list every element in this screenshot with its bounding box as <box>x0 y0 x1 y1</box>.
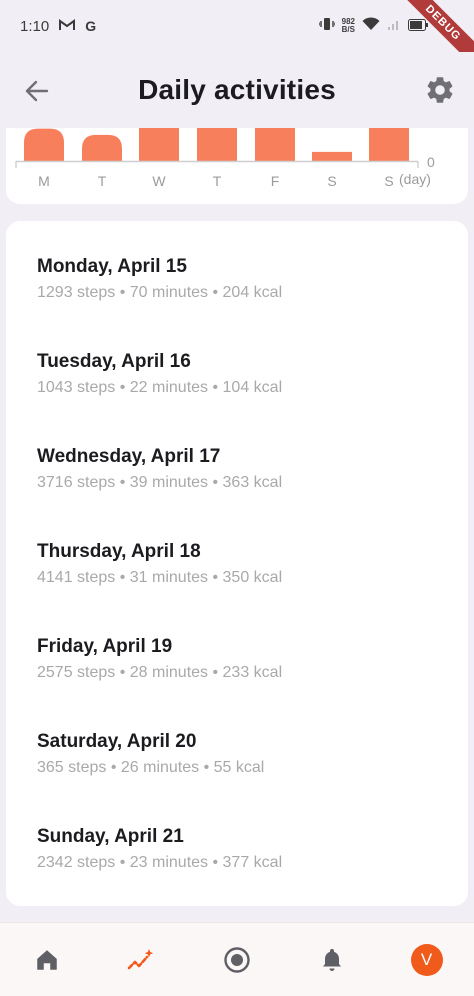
chart-tick-label-0: M <box>38 173 50 189</box>
chart-bar-2 <box>139 128 179 161</box>
day-summary: 2342 steps • 23 minutes • 377 kcal <box>37 854 283 871</box>
chart-bar-4 <box>255 128 295 161</box>
home-icon <box>37 949 58 970</box>
google-icon: G <box>85 18 97 34</box>
wifi-icon <box>362 17 380 35</box>
signal-icon <box>387 17 401 35</box>
chart-tick-label-4: F <box>271 173 280 189</box>
day-summary: 1293 steps • 70 minutes • 204 kcal <box>37 284 283 301</box>
chart-bar-1 <box>82 134 122 161</box>
record-icon <box>224 946 250 973</box>
day-summary: 3716 steps • 39 minutes • 363 kcal <box>37 474 283 491</box>
net-speed: 982 B/S <box>342 18 355 34</box>
day-summary: 4141 steps • 31 minutes • 350 kcal <box>37 569 283 586</box>
day-title: Wednesday, April 17 <box>37 446 221 467</box>
chart-tick-label-5: S <box>327 173 336 189</box>
day-summary: 2575 steps • 28 minutes • 233 kcal <box>37 664 283 681</box>
day-title: Thursday, April 18 <box>37 541 201 562</box>
chart-tick-label-3: T <box>213 173 222 189</box>
day-item-friday[interactable]: Friday, April 19 2575 steps • 28 minutes… <box>37 635 457 683</box>
app-bar: Daily activities <box>0 52 474 128</box>
nav-notifications[interactable] <box>308 936 356 984</box>
settings-button[interactable] <box>424 74 456 106</box>
chart-y-zero-label: 0 <box>427 154 435 170</box>
day-item-sunday[interactable]: Sunday, April 21 2342 steps • 23 minutes… <box>37 825 457 873</box>
status-right: 982 B/S <box>317 17 428 35</box>
gear-icon <box>427 77 453 103</box>
day-title: Saturday, April 20 <box>37 731 197 752</box>
weekly-chart-card: M T W T F S S 0 (day) <box>6 128 468 204</box>
day-title: Tuesday, April 16 <box>37 351 191 372</box>
activity-sparkle-icon <box>127 948 154 969</box>
day-title: Monday, April 15 <box>37 256 187 277</box>
avatar: V <box>410 943 443 976</box>
day-item-wednesday[interactable]: Wednesday, April 17 3716 steps • 39 minu… <box>37 445 457 493</box>
day-summary: 365 steps • 26 minutes • 55 kcal <box>37 759 265 776</box>
day-title: Sunday, April 21 <box>37 826 184 847</box>
chart-bar-5 <box>312 151 352 161</box>
chart-tick-label-1: T <box>98 173 107 189</box>
day-item-thursday[interactable]: Thursday, April 18 4141 steps • 31 minut… <box>37 540 457 588</box>
vibrate-icon <box>317 17 336 35</box>
chart-tick-label-2: W <box>152 173 166 189</box>
arrow-left-icon <box>25 80 49 102</box>
back-button[interactable] <box>22 76 52 106</box>
screen: 1:10 G 982 B/S DEBUG Daily activities M … <box>0 0 474 996</box>
chart-x-unit-label: (day) <box>399 171 431 187</box>
chart-bar-3 <box>197 128 237 161</box>
day-title: Friday, April 19 <box>37 636 173 657</box>
bell-icon <box>322 948 341 971</box>
gmail-icon <box>59 18 76 35</box>
chart-bar-0 <box>24 128 64 161</box>
day-item-saturday[interactable]: Saturday, April 20 365 steps • 26 minute… <box>37 730 457 778</box>
day-summary: 1043 steps • 22 minutes • 104 kcal <box>37 379 283 396</box>
battery-icon <box>408 18 428 35</box>
net-speed-unit: B/S <box>341 25 355 34</box>
chart-tick-label-6: S <box>384 173 393 189</box>
day-item-monday[interactable]: Monday, April 15 1293 steps • 70 minutes… <box>37 255 457 303</box>
status-time: 1:10 <box>20 17 50 35</box>
page-title: Daily activities <box>138 74 336 105</box>
status-left: 1:10 G <box>20 18 96 35</box>
nav-home[interactable] <box>23 936 71 984</box>
nav-activity[interactable] <box>118 936 166 984</box>
daily-activity-list: Monday, April 15 1293 steps • 70 minutes… <box>6 221 468 906</box>
weekly-steps-chart: M T W T F S S 0(day) <box>15 128 435 189</box>
status-bar: 1:10 G 982 B/S DEBUG <box>0 0 474 76</box>
nav-record[interactable] <box>213 936 261 984</box>
chart-bar-6 <box>369 128 409 161</box>
nav-profile[interactable]: V <box>403 936 451 984</box>
bottom-navigation: V <box>0 922 474 996</box>
day-item-tuesday[interactable]: Tuesday, April 16 1043 steps • 22 minute… <box>37 350 457 398</box>
